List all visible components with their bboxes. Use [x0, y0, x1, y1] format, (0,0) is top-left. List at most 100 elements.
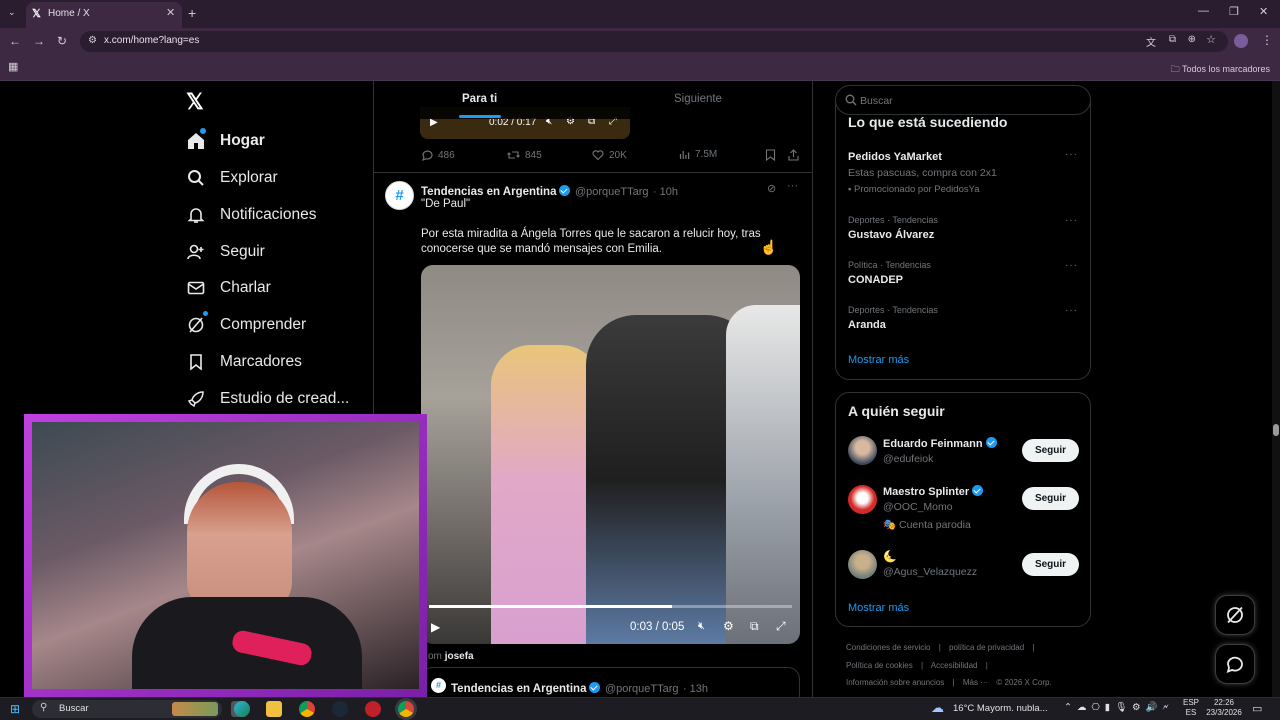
grok-floating-button[interactable] — [1215, 595, 1255, 635]
messages-floating-button[interactable] — [1215, 644, 1255, 684]
menu-kebab-icon[interactable]: ⋮ — [1261, 33, 1273, 47]
cookies-link[interactable]: Política de cookies — [846, 661, 913, 670]
tweet-video[interactable]: ▶ 0:03 / 0:05 🔇︎ ⚙ ⧉ ⤢ — [421, 265, 800, 644]
apps-grid-icon[interactable]: ▦ — [8, 60, 18, 73]
translate-icon[interactable]: 文 — [1146, 34, 1156, 49]
x-logo-icon[interactable]: 𝕏 — [186, 89, 204, 115]
reply-button[interactable]: 486 — [421, 149, 455, 161]
tweet-time[interactable]: · 10h — [653, 186, 678, 198]
all-bookmarks-folder[interactable]: 🗀 Todos los marcadores — [1171, 62, 1270, 78]
taskbar-search[interactable]: ⚲ Buscar — [32, 700, 222, 718]
edge-icon[interactable] — [234, 701, 250, 717]
file-explorer-icon[interactable] — [266, 701, 282, 717]
person-add-icon — [186, 242, 206, 262]
tweet-handle[interactable]: @porqueTTarg — [575, 186, 649, 198]
reload-icon[interactable]: ↻ — [57, 34, 67, 48]
views-button[interactable]: 7.5M — [679, 149, 717, 160]
more-link[interactable]: Más ··· — [963, 678, 988, 687]
weather-text[interactable]: 16°C Mayorm. nubla... — [953, 703, 1048, 714]
play-icon[interactable]: ▶ — [431, 620, 440, 634]
promo-name[interactable]: Pedidos YaMarket — [848, 151, 942, 163]
accessibility-link[interactable]: Accesibilidad — [931, 661, 978, 670]
sidebar-item-follow[interactable]: Seguir — [186, 237, 265, 267]
views-count: 7.5M — [695, 149, 718, 160]
tab-for-you[interactable]: Para ti — [462, 93, 497, 105]
input-language[interactable]: ESP ES — [1183, 698, 1199, 718]
back-icon[interactable]: ← — [9, 34, 21, 48]
zoom-icon[interactable]: ⊕ — [1188, 34, 1196, 45]
restore-icon[interactable]: ❐ — [1229, 5, 1239, 18]
follow-handle[interactable]: @Agus_Velazquezz — [883, 566, 977, 578]
retweet-button[interactable]: 845 — [507, 149, 542, 161]
more-options-icon[interactable]: ··· — [1065, 305, 1078, 316]
follow-name[interactable]: 🌜 — [883, 550, 897, 563]
profile-avatar[interactable] — [1234, 34, 1248, 48]
tab-following[interactable]: Siguiente — [674, 93, 722, 105]
sidebar-item-creator-studio[interactable]: Estudio de cread... — [186, 384, 349, 414]
forward-icon[interactable]: → — [33, 34, 45, 48]
follow-button[interactable]: Seguir — [1022, 439, 1079, 462]
pip-icon[interactable]: ⧉ — [750, 619, 759, 634]
sidebar-item-home[interactable]: Hogar — [186, 126, 265, 156]
browser-tab[interactable]: 𝕏 Home / X ✕ — [26, 2, 182, 28]
bookmark-star-icon[interactable]: ☆ — [1206, 33, 1216, 46]
grok-icon[interactable]: ⊘ — [767, 182, 776, 195]
sidebar-item-bookmarks[interactable]: Marcadores — [186, 347, 302, 377]
tab-search-dropdown-icon[interactable]: ⌄ — [8, 7, 16, 18]
more-options-icon[interactable]: ··· — [1065, 149, 1078, 160]
follow-name[interactable]: Maestro Splinter — [883, 485, 984, 498]
avatar[interactable] — [848, 550, 877, 579]
follow-button[interactable]: Seguir — [1022, 553, 1079, 576]
tray-icons[interactable]: ⌃☁⎔▮🎙⚙🔊🗲 — [1064, 702, 1174, 713]
settings-icon[interactable]: ⚙ — [723, 619, 734, 633]
app-icon[interactable] — [365, 701, 381, 717]
sidebar-item-chat[interactable]: Charlar — [186, 273, 271, 303]
video-source-user[interactable]: josefa — [445, 651, 474, 662]
install-app-icon[interactable]: ⧉ — [1169, 34, 1176, 45]
quoted-tweet[interactable]: # Tendencias en Argentina @porqueTTarg ·… — [421, 667, 800, 697]
trend-name[interactable]: CONADEP — [848, 274, 903, 286]
sidebar-item-explore[interactable]: Explorar — [186, 163, 278, 193]
chrome-active-icon[interactable] — [398, 701, 414, 717]
bookmark-icon[interactable] — [765, 148, 776, 166]
more-options-icon[interactable]: ··· — [787, 180, 798, 192]
terms-link[interactable]: Condiciones de servicio — [846, 643, 931, 652]
scrollbar-thumb[interactable] — [1273, 424, 1279, 436]
new-tab-button[interactable]: + — [188, 5, 196, 21]
more-options-icon[interactable]: ··· — [1065, 260, 1078, 271]
minimize-icon[interactable]: — — [1198, 5, 1209, 17]
like-button[interactable]: 20K — [592, 149, 627, 161]
sidebar-item-notifications[interactable]: Notificaciones — [186, 200, 317, 230]
steam-icon[interactable] — [332, 701, 348, 717]
page-scrollbar[interactable] — [1272, 81, 1280, 697]
show-more-trends-link[interactable]: Mostrar más — [848, 354, 909, 366]
more-options-icon[interactable]: ··· — [1065, 215, 1078, 226]
trend-name[interactable]: Gustavo Álvarez — [848, 229, 934, 241]
ads-info-link[interactable]: Información sobre anuncios — [846, 678, 944, 687]
site-info-icon[interactable]: ⚙ — [88, 35, 97, 46]
weather-icon[interactable]: ☁ — [931, 700, 944, 716]
show-more-follow-link[interactable]: Mostrar más — [848, 602, 909, 614]
mute-icon[interactable]: 🔇︎ — [698, 620, 705, 633]
notifications-icon[interactable]: ▭ — [1252, 702, 1262, 715]
close-tab-icon[interactable]: ✕ — [166, 6, 175, 19]
privacy-link[interactable]: política de privacidad — [949, 643, 1024, 652]
share-icon[interactable] — [788, 148, 799, 166]
windows-start-icon[interactable]: ⊞ — [10, 702, 20, 716]
video-progress-track[interactable] — [429, 605, 792, 608]
avatar[interactable] — [848, 485, 877, 514]
close-window-icon[interactable]: ✕ — [1259, 5, 1268, 18]
omnibox[interactable]: ⚙ x.com/home?lang=es 文 ⧉ ⊕ ☆ — [80, 31, 1228, 52]
trend-name[interactable]: Aranda — [848, 319, 886, 331]
fullscreen-icon[interactable]: ⤢ — [776, 619, 786, 634]
reply-count: 486 — [438, 149, 455, 161]
follow-name[interactable]: Eduardo Feinmann — [883, 437, 997, 450]
avatar[interactable] — [848, 436, 877, 465]
follow-handle[interactable]: @edufeiok — [883, 453, 933, 465]
url-text[interactable]: x.com/home?lang=es — [104, 35, 199, 46]
follow-handle[interactable]: @OOC_Momo — [883, 501, 953, 513]
chrome-icon[interactable] — [299, 701, 315, 717]
clock[interactable]: 22:26 23/3/2026 — [1206, 698, 1242, 718]
follow-button[interactable]: Seguir — [1022, 487, 1079, 510]
tweet-avatar[interactable]: # — [385, 181, 414, 210]
